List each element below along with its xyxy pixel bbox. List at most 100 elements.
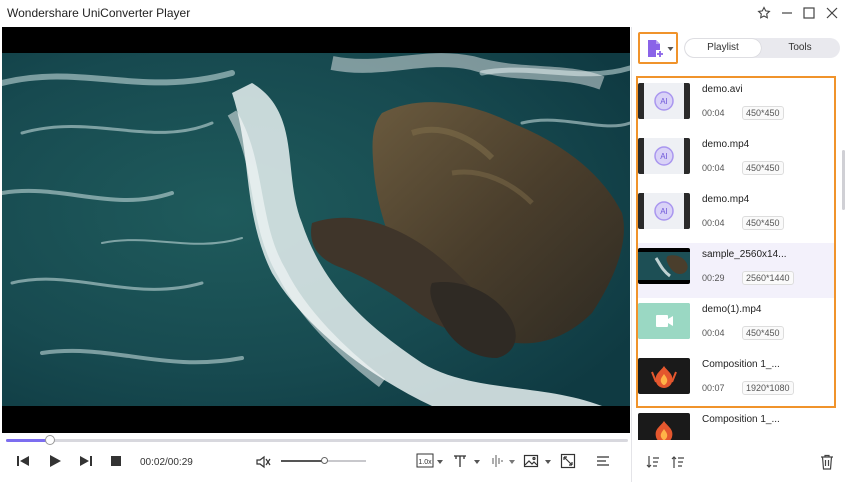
pin-icon <box>757 6 771 19</box>
thumbnail <box>638 358 690 394</box>
playlist-toggle-button[interactable] <box>595 453 611 471</box>
speed-icon: 1.0x <box>416 453 434 468</box>
pin-button[interactable] <box>754 4 774 22</box>
item-name: sample_2560x14... <box>702 249 787 260</box>
playlist-item[interactable]: AI demo.avi 00:04 450*450 <box>638 78 834 133</box>
previous-button[interactable] <box>15 453 31 471</box>
playlist-item[interactable]: Composition 1_... <box>636 410 836 440</box>
playlist-scrollbar[interactable] <box>842 150 845 210</box>
item-name: demo(1).mp4 <box>702 304 762 315</box>
snapshot-caret-icon[interactable] <box>545 459 551 465</box>
item-duration: 00:07 <box>702 383 725 393</box>
playlist-item[interactable]: AI demo.mp4 00:04 450*450 <box>638 188 834 243</box>
mute-button[interactable] <box>254 453 272 471</box>
volume-slider[interactable] <box>281 457 366 464</box>
minimize-button[interactable] <box>777 4 797 22</box>
speed-caret-icon[interactable] <box>437 459 443 465</box>
seek-bar[interactable] <box>6 435 628 445</box>
speed-button[interactable]: 1.0x <box>416 452 434 470</box>
item-resolution: 450*450 <box>742 106 784 120</box>
waveform-icon <box>492 455 503 467</box>
item-name: Composition 1_... <box>702 414 780 425</box>
delete-button[interactable] <box>820 454 834 475</box>
playlist-item[interactable]: demo(1).mp4 00:04 450*450 <box>638 298 834 353</box>
image-icon <box>523 454 539 468</box>
sort-ascending-button[interactable] <box>645 454 661 475</box>
svg-text:AI: AI <box>660 97 668 106</box>
sort-ascending-icon <box>646 456 659 468</box>
item-duration: 00:04 <box>702 108 725 118</box>
skip-next-icon <box>80 456 92 466</box>
thumbnail: AI <box>638 193 690 229</box>
item-name: Composition 1_... <box>702 359 780 370</box>
maximize-icon <box>803 7 815 19</box>
panel-tabs: Playlist Tools <box>684 38 840 58</box>
subtitle-caret-icon[interactable] <box>474 459 480 465</box>
item-duration: 00:04 <box>702 328 725 338</box>
stop-button[interactable] <box>108 453 124 471</box>
add-file-caret-icon <box>667 47 674 51</box>
play-icon <box>50 455 61 467</box>
video-area[interactable] <box>2 27 630 433</box>
svg-text:AI: AI <box>660 152 668 161</box>
thumbnail: AI <box>638 138 690 174</box>
sort-descending-button[interactable] <box>670 454 686 475</box>
tab-tools[interactable]: Tools <box>762 39 838 57</box>
seek-handle[interactable] <box>44 435 55 445</box>
playlist-item[interactable]: AI demo.mp4 00:04 450*450 <box>638 133 834 188</box>
item-name: demo.avi <box>702 84 743 95</box>
video-icon <box>638 303 690 339</box>
playlist: AI demo.avi 00:04 450*450 AI demo.mp4 00… <box>636 76 836 408</box>
item-duration: 00:29 <box>702 273 725 283</box>
audio-caret-icon[interactable] <box>509 459 515 465</box>
close-button[interactable] <box>822 4 842 22</box>
seek-bar-fill <box>6 439 50 442</box>
tab-playlist[interactable]: Playlist <box>685 39 761 57</box>
volume-fill <box>281 460 324 462</box>
add-file-icon <box>648 40 664 58</box>
item-resolution: 450*450 <box>742 326 784 340</box>
item-resolution: 450*450 <box>742 216 784 230</box>
playlist-item-selected[interactable]: sample_2560x14... 00:29 2560*1440 <box>638 243 834 298</box>
item-duration: 00:04 <box>702 163 725 173</box>
volume-icon <box>256 455 271 469</box>
time-readout: 00:02/00:29 <box>140 457 193 468</box>
thumbnail: AI <box>638 83 690 119</box>
flame-icon <box>638 358 690 394</box>
add-file-button[interactable] <box>638 32 678 64</box>
playlist-item[interactable]: Composition 1_... 00:07 1920*1080 <box>638 353 834 406</box>
item-duration: 00:04 <box>702 218 725 228</box>
item-resolution: 1920*1080 <box>742 381 794 395</box>
skip-previous-icon <box>17 456 29 466</box>
item-resolution: 450*450 <box>742 161 784 175</box>
close-icon <box>826 7 838 19</box>
thumbnail <box>638 413 690 440</box>
svg-text:AI: AI <box>660 207 668 216</box>
flame-icon <box>638 413 690 440</box>
thumbnail <box>638 248 690 284</box>
item-resolution: 2560*1440 <box>742 271 794 285</box>
minimize-icon <box>782 12 792 14</box>
speed-label: 1.0x <box>418 459 432 466</box>
sort-descending-icon <box>671 456 684 468</box>
maximize-button[interactable] <box>799 4 819 22</box>
fullscreen-button[interactable] <box>560 453 576 471</box>
subtitle-button[interactable] <box>452 453 468 471</box>
snapshot-button[interactable] <box>523 453 539 471</box>
item-name: demo.mp4 <box>702 194 750 205</box>
panel-divider <box>631 27 632 482</box>
thumbnail <box>638 303 690 339</box>
volume-handle[interactable] <box>320 457 328 464</box>
window-title: Wondershare UniConverter Player <box>7 6 191 20</box>
stop-icon <box>111 456 121 466</box>
title-bar: Wondershare UniConverter Player <box>0 0 850 27</box>
audio-track-button[interactable] <box>488 453 506 471</box>
list-icon <box>597 456 609 466</box>
play-button[interactable] <box>47 453 63 471</box>
next-button[interactable] <box>78 453 94 471</box>
subtitle-icon <box>454 455 466 467</box>
trash-icon <box>821 454 833 470</box>
fullscreen-icon <box>560 453 576 469</box>
video-frame <box>2 53 630 406</box>
item-name: demo.mp4 <box>702 139 750 150</box>
